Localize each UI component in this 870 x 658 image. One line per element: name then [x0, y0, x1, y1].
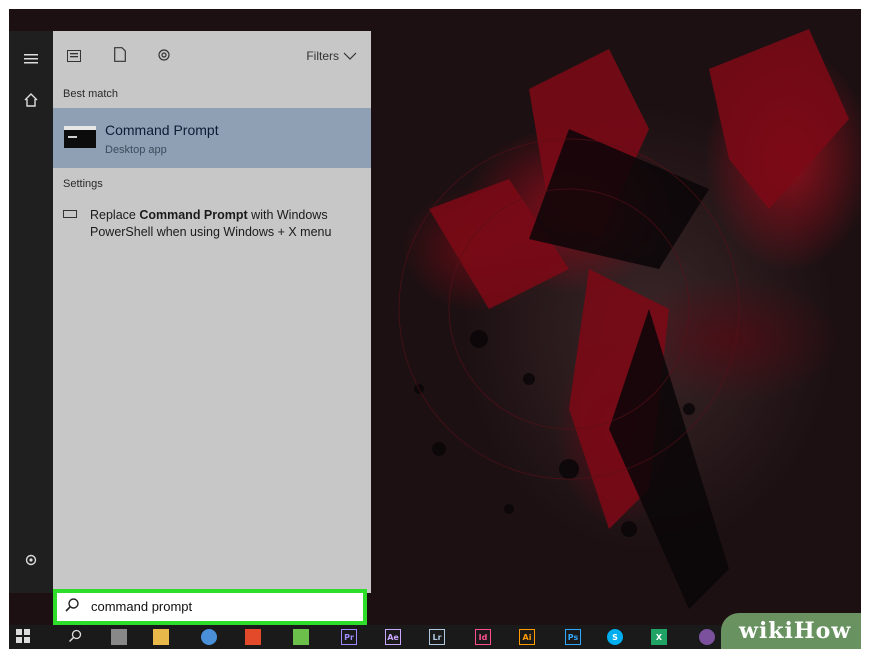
calculator-icon[interactable]	[111, 629, 127, 645]
best-match-heading: Best match	[63, 88, 119, 100]
settings-text-prefix: Replace	[90, 208, 140, 222]
search-results-panel: Filters Best match Command Prompt Deskto…	[53, 31, 371, 593]
premiere-icon[interactable]: Pr	[341, 629, 357, 645]
apps-icon[interactable]	[63, 47, 85, 69]
best-match-result[interactable]: Command Prompt Desktop app	[53, 108, 371, 168]
search-icon	[65, 598, 79, 616]
documents-icon[interactable]	[109, 47, 131, 69]
viber-icon[interactable]	[699, 629, 715, 645]
settings-text-bold: Command Prompt	[139, 208, 248, 222]
chevron-down-icon	[343, 51, 357, 63]
illustrator-icon[interactable]: Ai	[519, 629, 535, 645]
web-settings-icon[interactable]	[153, 47, 175, 69]
best-match-subtitle: Desktop app	[105, 144, 167, 156]
settings-heading: Settings	[63, 178, 103, 190]
skype-icon[interactable]: S	[607, 629, 623, 645]
search-toolbar: Filters	[53, 31, 371, 83]
chrome-icon[interactable]	[201, 629, 217, 645]
search-box[interactable]: command prompt	[53, 589, 367, 625]
settings-result-item[interactable]: Replace Command Prompt with Windows Powe…	[53, 203, 371, 245]
settings-result-text: Replace Command Prompt with Windows Powe…	[90, 207, 360, 241]
after-effects-icon[interactable]: Ae	[385, 629, 401, 645]
hamburger-menu-icon[interactable]	[20, 49, 42, 71]
notepad-icon[interactable]	[293, 629, 309, 645]
home-icon[interactable]	[20, 91, 42, 113]
start-icon[interactable]	[15, 629, 31, 645]
search-input[interactable]: command prompt	[91, 599, 192, 614]
settings-gear-icon[interactable]	[20, 551, 42, 573]
store-icon[interactable]	[245, 629, 261, 645]
keyboard-icon	[63, 210, 77, 218]
filters-button[interactable]: Filters	[306, 49, 357, 63]
search-icon[interactable]	[67, 629, 83, 645]
watermark-text: wikiHow	[739, 618, 852, 644]
filters-label: Filters	[306, 49, 339, 63]
start-left-rail	[9, 31, 53, 593]
command-prompt-icon	[64, 126, 96, 148]
photoshop-icon[interactable]: Ps	[565, 629, 581, 645]
excel-icon[interactable]: X	[651, 629, 667, 645]
lightroom-icon[interactable]: Lr	[429, 629, 445, 645]
best-match-title: Command Prompt	[105, 122, 219, 138]
wikihow-watermark: wikiHow	[721, 613, 861, 649]
taskbar: Pr Ae Lr Id Ai Ps S X wikiHow	[9, 613, 861, 649]
file-explorer-icon[interactable]	[153, 629, 169, 645]
indesign-icon[interactable]: Id	[475, 629, 491, 645]
